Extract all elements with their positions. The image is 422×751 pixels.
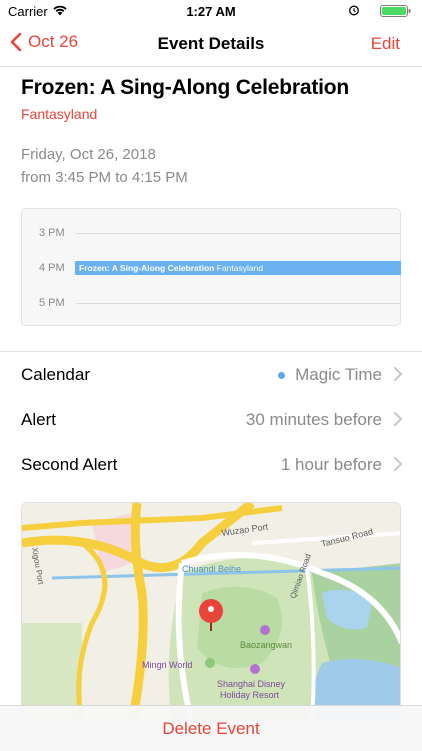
alarm-icon: [349, 5, 359, 16]
alert-row[interactable]: Alert 30 minutes before: [0, 397, 422, 441]
map-label: Baozangwan: [240, 640, 292, 650]
location-map[interactable]: Xigou Port Wuzao Port Tansuo Road Chuand…: [21, 502, 401, 722]
map-label: Shanghai Disney: [217, 679, 286, 689]
event-title: Frozen: A Sing-Along Celebration: [21, 76, 350, 99]
timeline-gridline: [76, 303, 400, 304]
chevron-right-icon: [394, 412, 402, 426]
map-label: Holiday Resort: [220, 690, 280, 700]
timeline-hour: 3 PM: [39, 227, 65, 239]
event-date: Friday, Oct 26, 2018: [21, 146, 156, 163]
battery-icon: [380, 5, 411, 17]
day-timeline: 3 PM 4 PM 5 PM Frozen: A Sing-Along Cele…: [21, 208, 401, 326]
row-label: Second Alert: [21, 455, 118, 474]
second-alert-row[interactable]: Second Alert 1 hour before: [0, 442, 422, 486]
chevron-right-icon: [394, 457, 402, 471]
map-label: Chuandi Beihe: [182, 564, 241, 574]
row-label: Calendar: [21, 365, 90, 384]
navigation-bar: Oct 26 Event Details Edit: [0, 22, 422, 67]
delete-event-button[interactable]: Delete Event: [0, 719, 422, 739]
chevron-right-icon: [394, 367, 402, 381]
map-label: Mingri World: [142, 660, 192, 670]
timeline-event-title: Frozen: A Sing-Along Celebration: [79, 263, 215, 273]
row-value: 30 minutes before: [245, 410, 382, 429]
row-label: Alert: [21, 410, 56, 429]
timeline-event-block: Frozen: A Sing-Along Celebration Fantasy…: [75, 261, 401, 275]
map-canvas: Xigou Port Wuzao Port Tansuo Road Chuand…: [22, 503, 400, 721]
calendar-color-dot: [278, 371, 286, 379]
timeline-hour: 4 PM: [39, 262, 65, 274]
status-bar: Carrier 1:27 AM: [0, 0, 422, 22]
calendar-row[interactable]: Calendar Magic Time: [0, 352, 422, 396]
row-value-wrap: Magic Time: [278, 365, 382, 385]
bottom-toolbar: Delete Event: [0, 705, 422, 751]
row-value: Magic Time: [295, 365, 382, 384]
timeline-event-location: Fantasyland: [216, 263, 264, 273]
timeline-gridline: [76, 233, 400, 234]
edit-button[interactable]: Edit: [371, 34, 400, 54]
page-title: Event Details: [157, 34, 265, 53]
row-value: 1 hour before: [280, 455, 382, 474]
event-time-range: from 3:45 PM to 4:15 PM: [21, 169, 188, 186]
event-location[interactable]: Fantasyland: [21, 106, 97, 122]
timeline-hour: 5 PM: [39, 297, 65, 309]
